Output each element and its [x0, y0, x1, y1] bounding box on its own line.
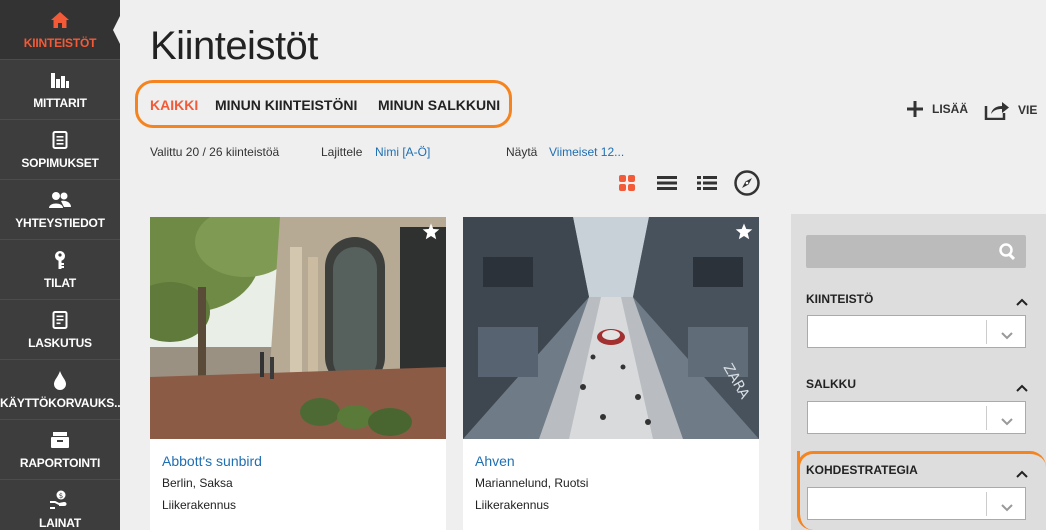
share-icon: [984, 102, 1009, 120]
sidebar-item-tilat[interactable]: TILAT: [0, 240, 120, 300]
bar-chart-icon: [0, 70, 120, 90]
page-title: Kiinteistöt: [150, 24, 318, 68]
svg-text:$: $: [59, 492, 63, 500]
chevron-up-icon[interactable]: [1016, 293, 1028, 311]
sidebar-item-label: LAINAT: [39, 516, 81, 530]
document-icon: [0, 130, 120, 150]
sidebar-item-label: KIINTEISTÖT: [23, 36, 97, 50]
property-name[interactable]: Ahven: [475, 453, 515, 469]
tab-kaikki[interactable]: KAIKKI: [150, 97, 198, 113]
property-location: Berlin, Saksa: [162, 476, 233, 490]
show-dropdown[interactable]: Viimeiset 12...: [549, 145, 624, 159]
kohdestrategia-highlight-edge: [797, 451, 1046, 530]
search-icon: [999, 243, 1016, 265]
filter-label-kiinteisto: KIINTEISTÖ: [806, 292, 874, 306]
property-card[interactable]: ZARA Ahven Mariannelund, Ruotsi Liikerak…: [463, 217, 759, 530]
loan-icon: $: [0, 490, 120, 510]
sidebar-item-sopimukset[interactable]: SOPIMUKSET: [0, 120, 120, 180]
kiinteisto-select[interactable]: [807, 315, 1026, 348]
tab-minun-kiinteistoni[interactable]: MINUN KIINTEISTÖNI: [215, 97, 357, 113]
filter-label-salkku: SALKKU: [806, 377, 856, 391]
property-image: ZARA: [463, 217, 759, 439]
select-divider: [986, 320, 987, 344]
contacts-icon: [0, 190, 120, 210]
key-icon: [0, 250, 120, 270]
list-view-button[interactable]: [654, 170, 680, 196]
sidebar-item-label: SOPIMUKSET: [21, 156, 99, 170]
drop-icon: [0, 370, 120, 390]
favorite-star-icon[interactable]: [422, 223, 440, 245]
map-view-button[interactable]: [734, 170, 760, 196]
selection-count: Valittu 20 / 26 kiinteistöä: [150, 145, 280, 159]
sidebar-item-mittarit[interactable]: MITTARIT: [0, 60, 120, 120]
active-indicator: [113, 14, 121, 46]
export-button[interactable]: VIE: [984, 100, 1037, 120]
sidebar-item-label: YHTEYSTIEDOT: [15, 216, 105, 230]
invoice-icon: [0, 310, 120, 330]
property-name[interactable]: Abbott's sunbird: [162, 453, 262, 469]
sidebar-item-lainat[interactable]: $ LAINAT: [0, 480, 120, 530]
sidebar-item-label: KÄYTTÖKORVAUKS...: [0, 396, 120, 410]
chevron-up-icon[interactable]: [1016, 379, 1028, 397]
plus-icon: [907, 101, 923, 117]
chevron-down-icon: [1001, 327, 1013, 345]
compass-icon: [734, 170, 760, 196]
favorite-star-icon[interactable]: [735, 223, 753, 245]
sidebar-item-kiinteistot[interactable]: KIINTEISTÖT: [0, 0, 120, 60]
filter-search-input[interactable]: [806, 235, 1026, 268]
sidebar-item-label: RAPORTOINTI: [19, 456, 101, 470]
show-label: Näytä: [506, 145, 538, 159]
add-button[interactable]: LISÄÄ: [906, 100, 968, 118]
property-card[interactable]: Abbott's sunbird Berlin, Saksa Liikerake…: [150, 217, 446, 530]
detail-list-icon: [697, 176, 717, 190]
chevron-down-icon: [1001, 413, 1013, 431]
grid-icon: [619, 175, 635, 191]
report-icon: [0, 430, 120, 450]
add-button-label: LISÄÄ: [932, 102, 968, 116]
property-type: Liikerakennus: [475, 498, 550, 512]
detail-list-view-button[interactable]: [694, 170, 720, 196]
select-divider: [986, 406, 987, 430]
sort-label: Lajittele: [321, 145, 363, 159]
sidebar-item-label: MITTARIT: [33, 96, 87, 110]
property-image: [150, 217, 446, 439]
property-location: Mariannelund, Ruotsi: [475, 476, 589, 490]
sidebar-item-laskutus[interactable]: LASKUTUS: [0, 300, 120, 360]
property-type: Liikerakennus: [162, 498, 237, 512]
sidebar-item-yhteystiedot[interactable]: YHTEYSTIEDOT: [0, 180, 120, 240]
list-icon: [657, 176, 677, 190]
sidebar-item-label: TILAT: [43, 276, 77, 290]
sort-dropdown[interactable]: Nimi [A-Ö]: [375, 145, 430, 159]
sidebar: KIINTEISTÖT MITTARIT SOPIMUKSET YHTEYSTI…: [0, 0, 121, 530]
home-icon: [0, 10, 120, 30]
sidebar-item-raportointi[interactable]: RAPORTOINTI: [0, 420, 120, 480]
sidebar-item-label: LASKUTUS: [28, 336, 92, 350]
grid-view-button[interactable]: [614, 170, 640, 196]
tab-minun-salkkuni[interactable]: MINUN SALKKUNI: [378, 97, 500, 113]
salkku-select[interactable]: [807, 401, 1026, 434]
export-button-label: VIE: [1018, 103, 1038, 117]
sidebar-item-kayttokorvaukset[interactable]: KÄYTTÖKORVAUKS...: [0, 360, 120, 420]
